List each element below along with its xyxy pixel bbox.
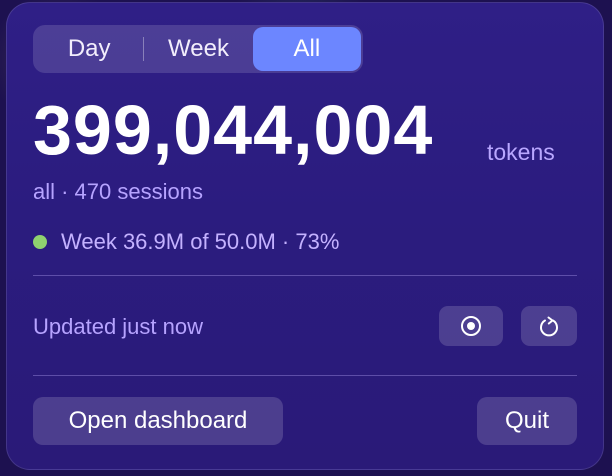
tab-day[interactable]: Day	[35, 27, 143, 71]
total-token-count: 399,044,004	[33, 91, 434, 169]
token-unit-label: tokens	[487, 139, 555, 165]
session-summary: all · 470 sessions	[33, 179, 203, 204]
range-segmented-control: Day Week All	[33, 25, 363, 73]
quit-button[interactable]: Quit	[477, 397, 577, 445]
weekly-budget-status: Week 36.9M of 50.0M · 73%	[33, 229, 339, 255]
record-button[interactable]	[439, 306, 503, 346]
tab-all[interactable]: All	[252, 27, 361, 71]
tab-week[interactable]: Week	[144, 27, 252, 71]
status-dot-icon	[33, 235, 47, 249]
divider	[33, 275, 577, 276]
last-updated-text: Updated just now	[33, 314, 203, 339]
token-usage-popover: Day Week All 399,044,004 tokens all · 47…	[6, 2, 604, 470]
weekly-budget-text: Week 36.9M of 50.0M · 73%	[61, 229, 340, 254]
divider	[33, 375, 577, 376]
refresh-icon	[540, 316, 558, 337]
refresh-button[interactable]	[521, 306, 577, 346]
record-icon	[461, 316, 481, 336]
open-dashboard-button[interactable]: Open dashboard	[33, 397, 283, 445]
